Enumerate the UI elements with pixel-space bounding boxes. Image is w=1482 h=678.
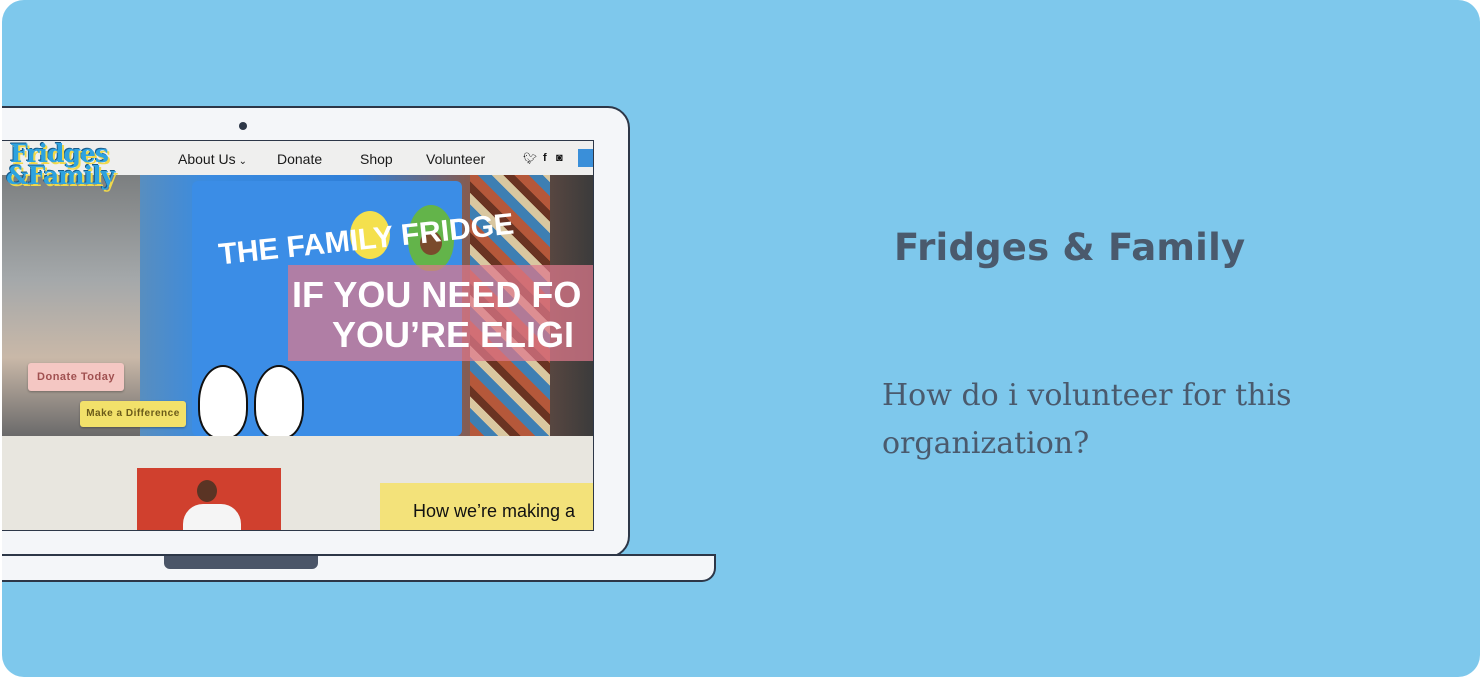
laptop-screen: Fridges &Family About Us ⌄ Donate Shop Vo… [2, 140, 594, 531]
donate-today-button[interactable]: Donate Today [28, 363, 124, 391]
nav-about-label: About Us [178, 151, 236, 167]
nav-shop[interactable]: Shop [360, 151, 393, 167]
volunteer-photo [137, 468, 281, 530]
person-body [183, 504, 241, 530]
nav-about-us[interactable]: About Us ⌄ [178, 151, 247, 167]
logo-line-2: &Family [6, 161, 115, 190]
site-logo[interactable]: Fridges &Family [6, 141, 146, 201]
laptop-base [2, 554, 716, 582]
hero-banner: THE FAMILY FRIDGE IF YOU NEED FO YOU’RE … [2, 175, 593, 436]
nav-volunteer[interactable]: Volunteer [426, 151, 485, 167]
instagram-icon[interactable]: ◙ [556, 152, 563, 164]
hero-headline: IF YOU NEED FO YOU’RE ELIGI [292, 275, 593, 355]
hero-headline-line-1: IF YOU NEED FO [292, 274, 582, 315]
fridge-eye-right [254, 365, 304, 436]
person-head [197, 480, 217, 502]
chevron-down-icon: ⌄ [238, 156, 247, 167]
hero-storefront-image [2, 175, 140, 436]
laptop-camera [239, 122, 247, 130]
nav-donate[interactable]: Donate [277, 151, 322, 167]
user-question: How do i volunteer for this organization… [882, 378, 1292, 461]
fridge-eye-left [198, 365, 248, 436]
facebook-icon[interactable]: f [543, 152, 547, 164]
impact-heading: How we’re making a [413, 501, 576, 521]
card-background: Fridges &Family About Us ⌄ Donate Shop Vo… [2, 0, 1480, 677]
twitter-icon[interactable]: 🐦︎ [523, 152, 537, 165]
laptop-hinge [2, 554, 716, 556]
make-a-difference-button[interactable]: Make a Difference [80, 401, 186, 427]
impact-card: How we’re making a [380, 483, 593, 530]
laptop-notch [164, 556, 318, 569]
organization-title: Fridges & Family [894, 226, 1246, 269]
nav-cta-button[interactable] [578, 149, 593, 167]
hero-headline-line-2: YOU’RE ELIGI [332, 314, 575, 355]
site-navbar: Fridges &Family About Us ⌄ Donate Shop Vo… [2, 141, 593, 188]
